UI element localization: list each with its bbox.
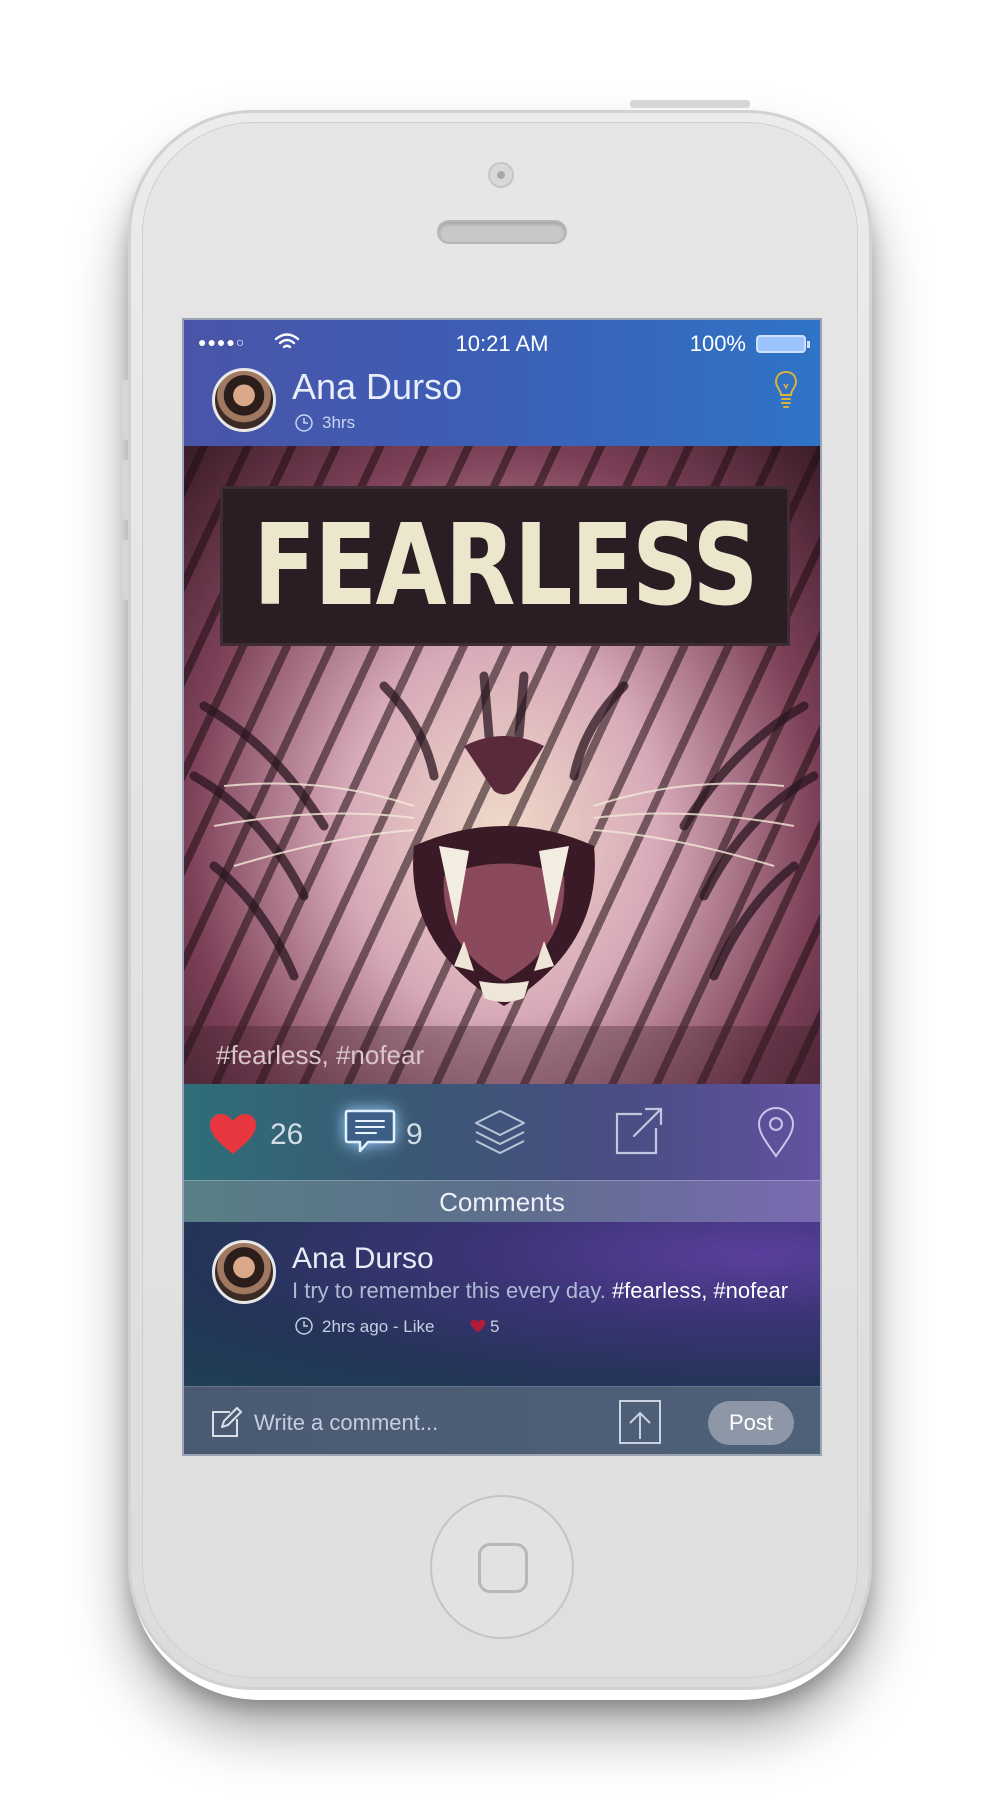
power-button bbox=[630, 100, 750, 108]
comment-text: I try to remember this every day. bbox=[292, 1278, 606, 1303]
battery-percent: 100% bbox=[689, 331, 746, 356]
post-author-name[interactable]: Ana Durso bbox=[292, 366, 462, 408]
heart-icon bbox=[470, 1319, 486, 1333]
comment-composer: Post bbox=[184, 1386, 820, 1454]
post-time: 3hrs bbox=[322, 413, 356, 432]
pencil-icon bbox=[212, 1407, 242, 1437]
heart-icon[interactable] bbox=[208, 1112, 258, 1156]
lightbulb-icon[interactable] bbox=[774, 370, 798, 410]
battery-icon bbox=[756, 335, 810, 353]
post-hashtags[interactable]: #fearless, #nofear bbox=[216, 1040, 424, 1071]
location-pin-icon[interactable] bbox=[756, 1106, 796, 1158]
comment-author-name[interactable]: Ana Durso bbox=[292, 1242, 434, 1276]
comment-meta[interactable]: 2hrs ago - Like bbox=[322, 1317, 434, 1337]
upload-icon[interactable] bbox=[618, 1399, 662, 1445]
avatar[interactable] bbox=[212, 368, 276, 432]
header-bar: ●●●●○ 10:21 AM 100% Ana Durso 3hrs bbox=[184, 320, 820, 446]
avatar[interactable] bbox=[212, 1240, 276, 1304]
comment-list: Ana Durso I try to remember this every d… bbox=[184, 1222, 820, 1386]
device-mockup: ●●●●○ 10:21 AM 100% Ana Durso 3hrs FEARL… bbox=[0, 0, 1000, 1800]
comment-icon[interactable] bbox=[344, 1108, 396, 1154]
comment-count: 9 bbox=[406, 1118, 423, 1151]
earpiece-speaker bbox=[437, 220, 567, 244]
layers-icon[interactable] bbox=[474, 1108, 526, 1156]
like-count: 26 bbox=[270, 1118, 304, 1151]
share-icon[interactable] bbox=[614, 1106, 664, 1156]
front-camera bbox=[488, 162, 514, 188]
comment-body: I try to remember this every day. #fearl… bbox=[292, 1278, 788, 1304]
home-button[interactable] bbox=[430, 1495, 574, 1639]
post-photo[interactable]: FEARLESS #fearless, #nofear bbox=[184, 446, 820, 1084]
comments-section-title: Comments bbox=[184, 1180, 820, 1222]
comment-hashtags[interactable]: #fearless, #nofear bbox=[612, 1278, 788, 1303]
clock-icon bbox=[295, 414, 313, 432]
photo-title-banner: FEARLESS bbox=[220, 486, 790, 646]
home-square-icon bbox=[478, 1543, 528, 1593]
app-screen: ●●●●○ 10:21 AM 100% Ana Durso 3hrs FEARL… bbox=[182, 318, 822, 1456]
comment-input[interactable] bbox=[254, 1405, 594, 1441]
post-button[interactable]: Post bbox=[708, 1401, 794, 1445]
photo-title: FEARLESS bbox=[253, 501, 758, 631]
clock-icon bbox=[295, 1317, 313, 1335]
comment-like-count: 5 bbox=[490, 1317, 500, 1336]
action-bar: 26 9 bbox=[184, 1084, 820, 1180]
